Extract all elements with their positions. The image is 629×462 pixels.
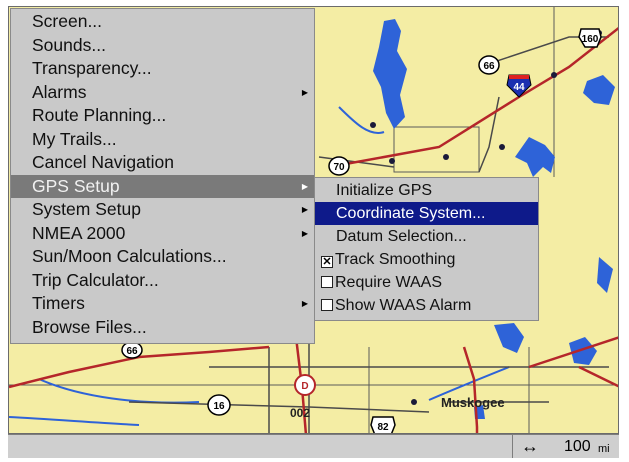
submenu-arrow-icon: ▶ (301, 87, 308, 97)
menu-item-label: Route Planning... (32, 105, 167, 125)
submenu-item-track-smoothing[interactable]: ✕ Track Smoothing (315, 248, 538, 271)
submenu-item-label: Initialize GPS (336, 182, 433, 199)
scale-unit: mi (598, 443, 610, 455)
svg-text:160: 160 (582, 34, 599, 45)
menu-item-label: Screen... (32, 11, 103, 31)
map-scale: ↔ 100 mi (512, 435, 619, 458)
menu-item-system-setup[interactable]: System Setup ▶ (11, 198, 314, 222)
menu-item-screen[interactable]: Screen... (11, 10, 314, 34)
us-160-shield: 160 (578, 28, 602, 48)
menu-item-gps-setup[interactable]: GPS Setup ▶ (11, 174, 314, 198)
svg-text:66: 66 (483, 61, 495, 72)
hwy-16-shield: 16 (207, 394, 231, 416)
menu-item-label: Cancel Navigation (32, 152, 175, 172)
menu-item-label: Sounds... (32, 34, 106, 55)
svg-text:66: 66 (126, 346, 138, 357)
menu-item-nmea-2000[interactable]: NMEA 2000 ▶ (11, 222, 314, 246)
svg-text:44: 44 (513, 82, 525, 93)
submenu-item-label: Track Smoothing (335, 251, 456, 268)
menu-item-label: My Trails... (32, 128, 117, 149)
menu-item-trip-calculator[interactable]: Trip Calculator... (11, 269, 314, 293)
submenu-item-label: Show WAAS Alarm (335, 297, 472, 314)
menu-item-timers[interactable]: Timers ▶ (11, 292, 314, 316)
menu-item-label: Alarms (32, 81, 87, 102)
status-bar: ↔ 100 mi (8, 434, 619, 458)
menu-item-label: Transparency... (32, 58, 152, 78)
hwy-d-shield: D (294, 374, 316, 396)
menu-item-label: Browse Files... (32, 316, 147, 337)
submenu-item-initialize-gps[interactable]: Initialize GPS (315, 179, 538, 202)
hwy-70-shield: 70 (328, 156, 350, 176)
menu-item-my-trails[interactable]: My Trails... (11, 128, 314, 152)
menu-item-label: System Setup (32, 199, 141, 219)
menu-item-label: Sun/Moon Calculations... (32, 246, 227, 266)
submenu-item-label: Require WAAS (335, 274, 442, 291)
menu-item-sun-moon-calculations[interactable]: Sun/Moon Calculations... (11, 245, 314, 269)
hwy-66-top-shield: 66 (478, 55, 500, 75)
submenu-arrow-icon: ▶ (301, 299, 308, 308)
submenu-arrow-icon: ▶ (301, 205, 308, 214)
menu-item-alarms[interactable]: Alarms ▶ (11, 81, 314, 105)
svg-text:70: 70 (333, 162, 345, 173)
menu-item-sounds[interactable]: Sounds... (11, 34, 314, 58)
hwy-66-bottom-shield: 66 (121, 341, 143, 359)
gps-screen: 160 66 44 70 66 16 D 002 82 Muskogee Scr… (0, 0, 629, 462)
road-002-label: 002 (290, 406, 310, 420)
menu-item-cancel-navigation[interactable]: Cancel Navigation (11, 151, 314, 175)
submenu-item-label: Datum Selection... (336, 228, 467, 245)
submenu-item-require-waas[interactable]: Require WAAS (315, 271, 538, 294)
scale-value: 100 (564, 438, 591, 455)
menu-item-label: NMEA 2000 (32, 222, 126, 243)
svg-text:D: D (301, 381, 308, 392)
menu-item-browse-files[interactable]: Browse Files... (11, 316, 314, 340)
menu-item-transparency[interactable]: Transparency... (11, 57, 314, 81)
svg-text:82: 82 (377, 422, 389, 433)
submenu-item-coordinate-system[interactable]: Coordinate System... (315, 202, 538, 225)
menu-item-label: GPS Setup (32, 175, 120, 196)
menu-item-label: Trip Calculator... (32, 269, 159, 290)
menu-item-route-planning[interactable]: Route Planning... (11, 104, 314, 128)
require-waas-checkbox[interactable] (321, 276, 333, 288)
submenu-item-show-waas-alarm[interactable]: Show WAAS Alarm (315, 294, 538, 317)
show-waas-alarm-checkbox[interactable] (321, 299, 333, 311)
scale-arrows-icon: ↔ (521, 436, 539, 456)
menu-item-label: Timers (32, 293, 85, 313)
submenu-item-label: Coordinate System... (336, 205, 486, 222)
town-label-muskogee: Muskogee (441, 395, 505, 410)
us-82-shield: 82 (370, 416, 396, 433)
submenu-arrow-icon: ▶ (301, 228, 308, 238)
submenu-arrow-icon: ▶ (301, 181, 308, 191)
main-menu: Screen... Sounds... Transparency... Alar… (10, 8, 315, 344)
svg-text:16: 16 (213, 401, 225, 412)
gps-setup-submenu: Initialize GPS Coordinate System... Datu… (314, 177, 539, 321)
submenu-item-datum-selection[interactable]: Datum Selection... (315, 225, 538, 248)
track-smoothing-checkbox[interactable]: ✕ (321, 256, 333, 268)
